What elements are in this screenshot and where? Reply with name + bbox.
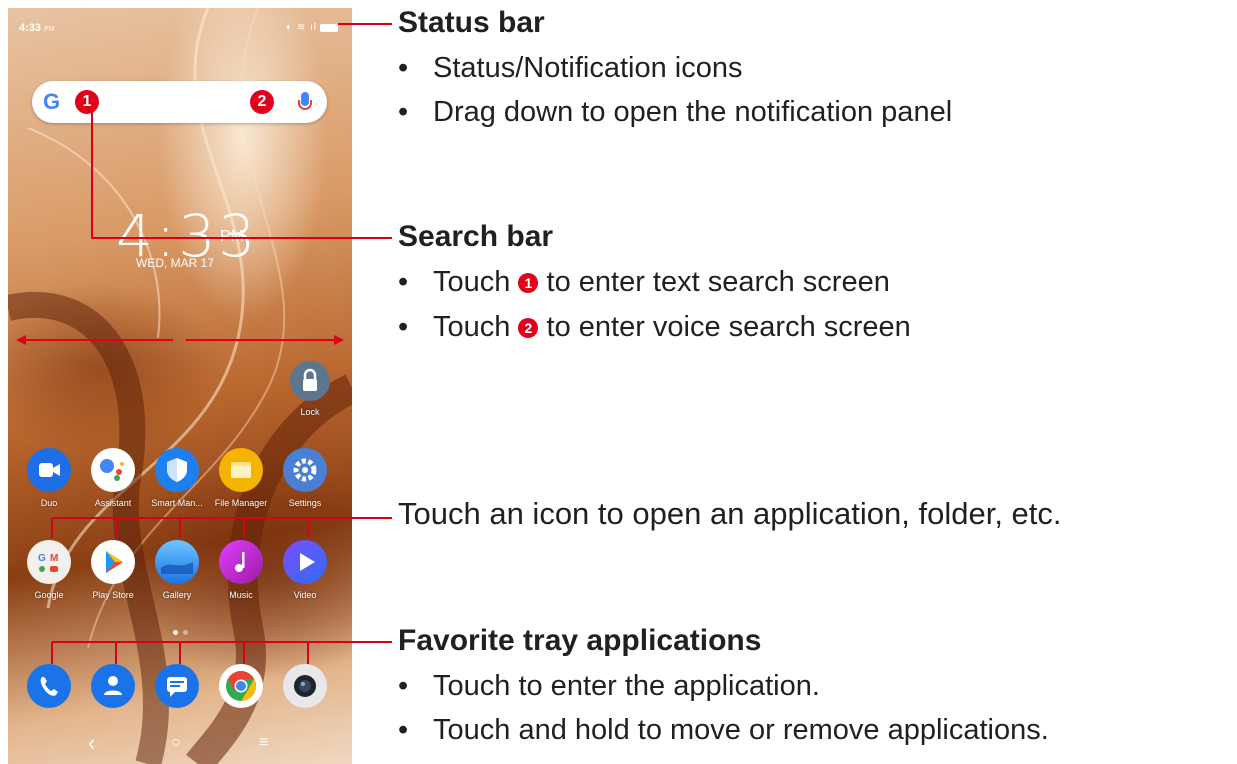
favorites-title: Favorite tray applications [398,624,762,657]
google-folder-icon: GM [27,540,71,584]
tray-phone[interactable] [17,664,81,708]
menu-icon[interactable]: ≡ [259,734,268,752]
callout-badge-1: 1 [75,90,99,114]
icon-note: Touch an icon to open an application, fo… [398,496,1062,531]
app-file-manager[interactable]: File Manager [209,448,273,508]
app-label: Video [293,590,317,600]
app-assistant[interactable]: Assistant [81,448,145,508]
app-settings[interactable]: Settings [273,448,337,508]
clock-date: WED, MAR 17 [136,256,215,270]
video-icon [283,540,327,584]
app-label: Lock [300,407,320,417]
callout-number-2: 2 [518,318,539,338]
signal-icons: ◐ ≋ ıl [286,22,317,33]
contacts-icon [91,664,135,708]
camera-icon [283,664,327,708]
status-bar-title: Status bar [398,6,545,39]
search-bar-bullet: • Touch 2 to enter voice search screen [398,311,911,343]
gallery-icon [155,540,199,584]
duo-icon [27,448,71,492]
callout-number-1: 1 [518,273,539,293]
google-logo-icon: G [43,89,61,114]
music-icon [219,540,263,584]
callout-badge-2: 2 [250,90,274,114]
clock-ampm: PM [220,228,244,245]
status-time: 4:33 PM [19,22,55,34]
favorites-bullet: • Touch to enter the application. [398,670,820,702]
svg-text:G: G [38,553,46,564]
play-store-icon [91,540,135,584]
tray-contacts[interactable] [81,664,145,708]
app-label: Assistant [94,498,132,508]
chrome-icon [219,664,263,708]
svg-text:M: M [50,553,58,564]
app-smart-manager[interactable]: Smart Man... [145,448,209,508]
app-label: Music [229,590,253,600]
home-icon[interactable]: ○ [171,734,181,752]
status-bar-bullet: • Status/Notification icons [398,52,743,84]
swipe-arrows [16,335,344,345]
tray-messages[interactable] [145,664,209,708]
folder-icon [219,448,263,492]
messages-icon [155,664,199,708]
search-bar-bullet: • Touch 1 to enter text search screen [398,266,890,298]
gear-icon [283,448,327,492]
search-bar-title: Search bar [398,220,554,253]
back-icon[interactable]: ‹ [88,730,95,756]
app-label: Google [34,590,64,600]
phone-screen: 4:33 PM ◐ ≋ ıl G 1 2 4:33 PM WED, MAR 17… [8,8,352,764]
app-label: Duo [40,498,58,508]
status-bar-bullet: • Drag down to open the notification pane… [398,96,953,128]
app-label: Smart Man... [151,498,203,508]
app-label: Play Store [92,590,134,600]
app-gallery[interactable]: Gallery [145,540,209,600]
app-label: File Manager [214,498,268,508]
status-icons: ◐ ≋ ıl [286,22,338,33]
app-music[interactable]: Music [209,540,273,600]
assistant-icon [91,448,135,492]
lock-app[interactable]: Lock [278,361,342,417]
favorites-bullet: • Touch and hold to move or remove applic… [398,714,1049,746]
search-bar[interactable]: G 1 2 [32,81,327,123]
lock-icon [290,361,330,401]
app-label: Settings [288,498,322,508]
nav-bar: ‹ ○ ≡ [8,728,352,764]
tray-camera[interactable] [273,664,337,708]
phone-icon [27,664,71,708]
app-google-folder[interactable]: GM Google [17,540,81,600]
page-indicator [173,630,188,635]
app-label: Gallery [162,590,192,600]
app-play-store[interactable]: Play Store [81,540,145,600]
app-video[interactable]: Video [273,540,337,600]
mic-icon[interactable] [298,92,312,110]
battery-icon [320,23,338,32]
tray-chrome[interactable] [209,664,273,708]
app-duo[interactable]: Duo [17,448,81,508]
shield-icon [155,448,199,492]
